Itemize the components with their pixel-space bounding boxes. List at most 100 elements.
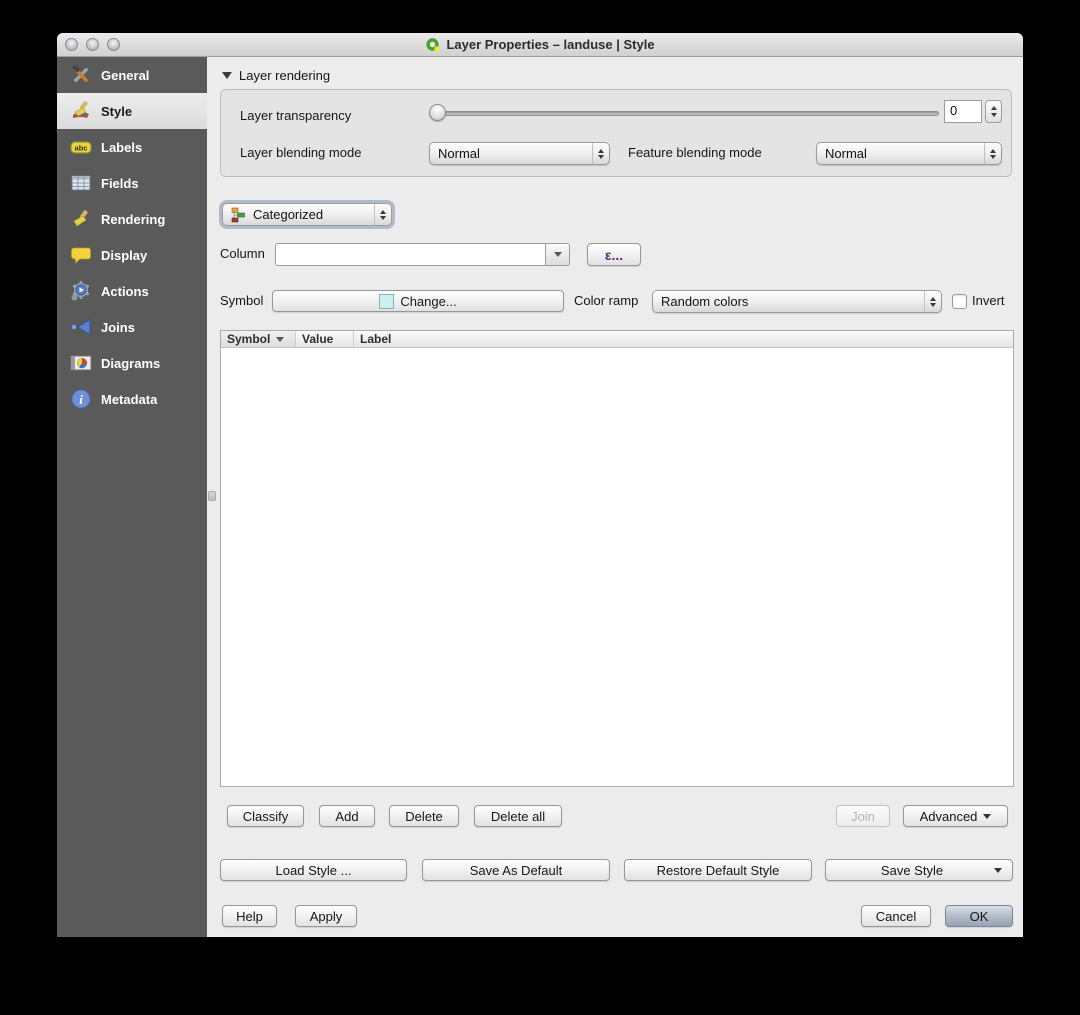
symbol-label: Symbol — [220, 293, 264, 308]
renderer-type-value: Categorized — [253, 207, 324, 222]
sidebar-item-label: Labels — [101, 139, 143, 155]
sort-descending-icon — [276, 336, 285, 342]
categories-table[interactable]: Symbol Value Label — [220, 330, 1014, 787]
table-grid-icon — [69, 171, 93, 195]
classify-button[interactable]: Classify — [227, 805, 304, 827]
traffic-lights — [65, 38, 120, 51]
advanced-button[interactable]: Advanced — [903, 805, 1008, 827]
sidebar-item-actions[interactable]: Actions — [57, 273, 207, 309]
collapse-triangle-icon — [222, 72, 232, 79]
close-window-button[interactable] — [65, 38, 78, 51]
expression-builder-button[interactable]: ε... — [587, 243, 641, 266]
zoom-window-button[interactable] — [107, 38, 120, 51]
column-header-symbol[interactable]: Symbol — [221, 331, 296, 347]
renderer-type-select[interactable]: Categorized — [222, 203, 392, 226]
column-header-value[interactable]: Value — [296, 331, 354, 347]
sidebar-item-label: Style — [101, 103, 133, 119]
load-style-button[interactable]: Load Style ... — [220, 859, 407, 881]
svg-text:abc: abc — [75, 144, 88, 153]
join-arrow-icon — [69, 315, 93, 339]
sidebar-item-label: Diagrams — [101, 355, 161, 371]
sidebar-item-display[interactable]: Display — [57, 237, 207, 273]
feature-blending-label: Feature blending mode — [628, 145, 762, 160]
splitter-handle[interactable] — [208, 491, 216, 501]
slider-track[interactable] — [429, 111, 939, 116]
sidebar-item-diagrams[interactable]: Diagrams — [57, 345, 207, 381]
ok-button[interactable]: OK — [945, 905, 1013, 927]
column-label: Column — [220, 246, 265, 261]
slider-thumb[interactable] — [429, 104, 446, 121]
delete-all-button[interactable]: Delete all — [474, 805, 562, 827]
column-value[interactable] — [276, 244, 545, 265]
layer-rendering-label: Layer rendering — [239, 68, 331, 83]
save-style-button[interactable]: Save Style — [825, 859, 1013, 881]
abc-badge-icon: abc — [69, 135, 93, 159]
layer-blending-label: Layer blending mode — [240, 145, 362, 160]
sidebar-item-style[interactable]: Style — [57, 93, 207, 129]
layer-transparency-label: Layer transparency — [240, 108, 352, 123]
transparency-value-field[interactable]: 0 — [944, 100, 982, 123]
column-combobox[interactable] — [275, 243, 570, 266]
sidebar-item-label: General — [101, 67, 150, 83]
epsilon-icon: ε... — [604, 246, 624, 263]
cancel-button[interactable]: Cancel — [861, 905, 931, 927]
dropdown-triangle-icon — [983, 813, 992, 819]
style-panel: Layer rendering Layer transparency 0 Lay… — [207, 57, 1023, 937]
style-brush-icon — [69, 99, 93, 123]
sidebar-item-fields[interactable]: Fields — [57, 165, 207, 201]
minimize-window-button[interactable] — [86, 38, 99, 51]
color-ramp-value: Random colors — [661, 294, 749, 309]
color-ramp-label: Color ramp — [574, 293, 639, 308]
layer-blending-value: Normal — [438, 146, 480, 161]
feature-blending-value: Normal — [825, 146, 867, 161]
add-button[interactable]: Add — [319, 805, 375, 827]
invert-checkbox[interactable] — [952, 294, 967, 309]
table-header: Symbol Value Label — [221, 331, 1013, 348]
sidebar-item-general[interactable]: General — [57, 57, 207, 93]
sidebar-item-label: Actions — [101, 283, 149, 299]
qgis-app-icon — [425, 37, 441, 53]
feature-blending-select[interactable]: Normal — [816, 142, 1002, 165]
svg-text:i: i — [79, 392, 83, 407]
sidebar-item-label: Rendering — [101, 211, 166, 227]
layer-properties-window: Layer Properties – landuse | Style Gener… — [57, 33, 1023, 937]
dropdown-triangle-icon — [994, 867, 1002, 873]
layer-transparency-slider[interactable] — [429, 104, 939, 122]
delete-button[interactable]: Delete — [389, 805, 459, 827]
tools-icon — [69, 63, 93, 87]
change-button-label: Change... — [400, 293, 457, 309]
column-header-label[interactable]: Label — [354, 331, 1013, 347]
select-arrows-icon — [592, 143, 609, 164]
save-as-default-button[interactable]: Save As Default — [422, 859, 610, 881]
info-icon: i — [69, 387, 93, 411]
gear-action-icon — [69, 279, 93, 303]
layer-rendering-group: Layer transparency 0 Layer blending mode… — [220, 89, 1012, 177]
stepper-up-icon[interactable] — [990, 106, 997, 110]
select-arrows-icon — [984, 143, 1001, 164]
apply-button[interactable]: Apply — [295, 905, 357, 927]
sidebar-item-rendering[interactable]: Rendering — [57, 201, 207, 237]
sidebar-item-joins[interactable]: Joins — [57, 309, 207, 345]
sidebar-item-label: Metadata — [101, 391, 158, 407]
dropdown-arrow-button[interactable] — [545, 244, 569, 265]
sidebar-item-label: Joins — [101, 319, 135, 335]
invert-label: Invert — [972, 293, 1005, 308]
brush-icon — [69, 207, 93, 231]
transparency-stepper[interactable] — [985, 100, 1002, 123]
layer-rendering-header[interactable]: Layer rendering — [222, 68, 330, 83]
speech-bubble-icon — [69, 243, 93, 267]
sidebar-item-labels[interactable]: abc Labels — [57, 129, 207, 165]
help-button[interactable]: Help — [222, 905, 277, 927]
sidebar-item-label: Fields — [101, 175, 139, 191]
window-title: Layer Properties – landuse | Style — [446, 37, 655, 52]
color-ramp-select[interactable]: Random colors — [652, 290, 942, 313]
symbol-change-button[interactable]: Change... — [272, 290, 564, 312]
titlebar: Layer Properties – landuse | Style — [57, 33, 1023, 57]
stepper-down-icon[interactable] — [990, 113, 997, 117]
properties-sidebar: General Style abc Labels Fields Renderin… — [57, 57, 207, 937]
restore-default-style-button[interactable]: Restore Default Style — [624, 859, 812, 881]
layer-blending-select[interactable]: Normal — [429, 142, 610, 165]
sidebar-item-metadata[interactable]: i Metadata — [57, 381, 207, 417]
select-arrows-icon — [374, 204, 391, 225]
join-button[interactable]: Join — [836, 805, 890, 827]
